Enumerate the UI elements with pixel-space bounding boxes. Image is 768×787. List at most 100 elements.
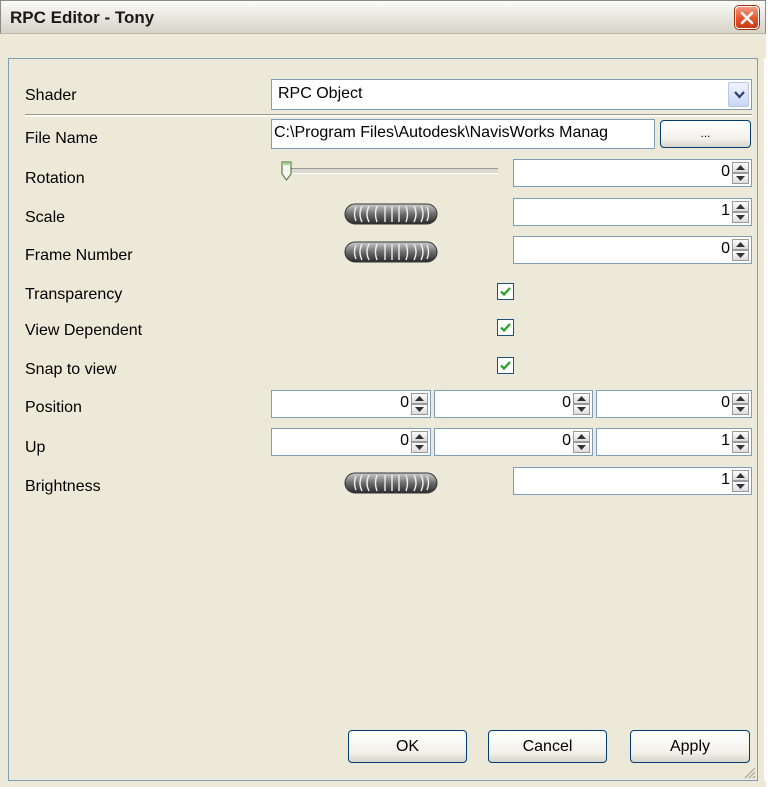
view-dependent-label: View Dependent	[25, 322, 143, 339]
spin-down-button[interactable]	[732, 404, 749, 415]
spin-arrows-icon[interactable]	[732, 239, 749, 261]
rpc-editor-window: RPC Editor - Tony Shader RPC Object File…	[0, 0, 766, 787]
brightness-value: 1	[721, 471, 730, 488]
spin-up-button[interactable]	[411, 431, 428, 442]
arrow-up-icon	[415, 434, 424, 439]
spin-arrows-icon[interactable]	[573, 431, 590, 453]
rotation-label: Rotation	[25, 170, 85, 187]
position-z-spinner[interactable]: 0	[596, 390, 752, 418]
shader-select[interactable]: RPC Object	[271, 79, 752, 110]
arrow-up-icon	[736, 473, 745, 478]
dialog-frame-bottom	[0, 781, 766, 787]
snap-to-view-label: Snap to view	[25, 361, 117, 378]
spin-up-button[interactable]	[732, 239, 749, 250]
up-x-value: 0	[400, 432, 409, 449]
spin-arrows-icon[interactable]	[411, 393, 428, 415]
arrow-down-icon	[736, 253, 745, 258]
frame-number-label: Frame Number	[25, 247, 133, 264]
title-bar[interactable]: RPC Editor - Tony	[0, 0, 766, 34]
frame-number-spinner[interactable]: 0	[513, 236, 752, 264]
rotation-value: 0	[721, 163, 730, 180]
close-button[interactable]	[735, 6, 759, 29]
scale-value: 1	[721, 202, 730, 219]
view-dependent-checkbox[interactable]	[497, 319, 514, 336]
spin-up-button[interactable]	[573, 431, 590, 442]
snap-to-view-checkbox[interactable]	[497, 357, 514, 374]
position-y-spinner[interactable]: 0	[434, 390, 593, 418]
up-y-value: 0	[562, 432, 571, 449]
arrow-down-icon	[736, 445, 745, 450]
brightness-spinner[interactable]: 1	[513, 467, 752, 495]
spin-down-button[interactable]	[573, 442, 590, 453]
brightness-jog-icon[interactable]	[344, 472, 438, 494]
apply-button[interactable]: Apply	[630, 730, 750, 763]
spin-up-button[interactable]	[573, 393, 590, 404]
chevron-down-icon	[734, 91, 745, 99]
arrow-up-icon	[736, 204, 745, 209]
transparency-label: Transparency	[25, 286, 123, 303]
arrow-up-icon	[736, 165, 745, 170]
check-icon	[500, 287, 511, 297]
ok-button[interactable]: OK	[348, 730, 467, 763]
shader-dropdown-button[interactable]	[728, 82, 749, 107]
spin-up-button[interactable]	[732, 470, 749, 481]
spin-arrows-icon[interactable]	[573, 393, 590, 415]
up-x-spinner[interactable]: 0	[271, 428, 431, 456]
spin-arrows-icon[interactable]	[732, 393, 749, 415]
spin-up-button[interactable]	[411, 393, 428, 404]
browse-button[interactable]: ...	[660, 120, 751, 148]
spin-down-button[interactable]	[573, 404, 590, 415]
close-icon	[740, 11, 754, 25]
spin-down-button[interactable]	[732, 250, 749, 261]
spin-down-button[interactable]	[411, 442, 428, 453]
up-z-value: 1	[721, 432, 730, 449]
frame-number-value: 0	[721, 240, 730, 257]
shader-value: RPC Object	[278, 85, 363, 102]
spin-arrows-icon[interactable]	[732, 201, 749, 223]
spin-arrows-icon[interactable]	[732, 162, 749, 184]
arrow-up-icon	[736, 396, 745, 401]
spin-down-button[interactable]	[732, 212, 749, 223]
position-x-spinner[interactable]: 0	[271, 390, 431, 418]
check-icon	[500, 323, 511, 333]
position-z-value: 0	[721, 394, 730, 411]
rotation-slider-thumb[interactable]	[281, 161, 292, 181]
up-y-spinner[interactable]: 0	[434, 428, 593, 456]
separator	[25, 114, 752, 117]
rotation-slider-track[interactable]	[284, 168, 498, 174]
spin-arrows-icon[interactable]	[732, 431, 749, 453]
spin-arrows-icon[interactable]	[411, 431, 428, 453]
window-title: RPC Editor - Tony	[10, 8, 155, 27]
arrow-down-icon	[736, 407, 745, 412]
arrow-up-icon	[577, 396, 586, 401]
dialog-frame-left	[0, 34, 8, 787]
arrow-down-icon	[736, 176, 745, 181]
brightness-label: Brightness	[25, 478, 101, 495]
spin-arrows-icon[interactable]	[732, 470, 749, 492]
spin-up-button[interactable]	[732, 162, 749, 173]
spin-up-button[interactable]	[732, 393, 749, 404]
scale-spinner[interactable]: 1	[513, 198, 752, 226]
shader-label: Shader	[25, 87, 77, 104]
up-z-spinner[interactable]: 1	[596, 428, 752, 456]
scale-jog-icon[interactable]	[344, 203, 438, 225]
arrow-down-icon	[415, 445, 424, 450]
transparency-checkbox[interactable]	[497, 283, 514, 300]
resize-grip-icon[interactable]	[742, 765, 756, 779]
frame-number-jog-icon[interactable]	[344, 241, 438, 263]
spin-down-button[interactable]	[732, 173, 749, 184]
arrow-down-icon	[577, 445, 586, 450]
up-label: Up	[25, 439, 46, 456]
arrow-down-icon	[577, 407, 586, 412]
spin-down-button[interactable]	[732, 481, 749, 492]
cancel-button[interactable]: Cancel	[488, 730, 607, 763]
scale-label: Scale	[25, 209, 66, 226]
file-name-input[interactable]: C:\Program Files\Autodesk\NavisWorks Man…	[271, 119, 655, 149]
spin-up-button[interactable]	[732, 201, 749, 212]
spin-down-button[interactable]	[411, 404, 428, 415]
spin-down-button[interactable]	[732, 442, 749, 453]
rotation-spinner[interactable]: 0	[513, 159, 752, 187]
spin-up-button[interactable]	[732, 431, 749, 442]
file-name-value: C:\Program Files\Autodesk\NavisWorks Man…	[274, 124, 609, 141]
dialog-frame-top	[0, 34, 766, 58]
